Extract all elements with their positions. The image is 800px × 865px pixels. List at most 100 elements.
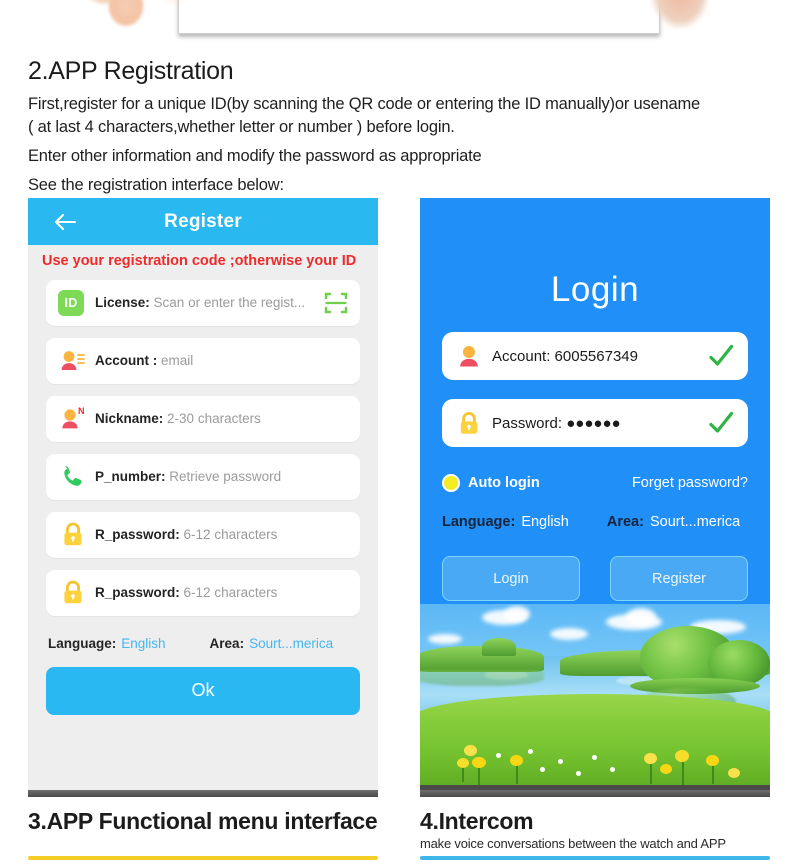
id-badge-label: ID (58, 289, 84, 316)
blue-rule (420, 856, 770, 860)
white-flower (496, 753, 501, 758)
license-field-row[interactable]: ID License: Scan or enter the regist... (46, 279, 360, 326)
account-field-row[interactable]: Account : email (46, 337, 360, 384)
white-flower (558, 759, 563, 764)
paragraph-line-2: ( at last 4 characters,whether letter or… (28, 118, 455, 137)
flower-stem (516, 764, 518, 784)
yellow-flower (472, 757, 486, 768)
phone-icon (58, 462, 88, 492)
paragraph-line-1: First,register for a unique ID(by scanni… (28, 94, 700, 113)
paragraph-line-3: Enter other information and modify the p… (28, 147, 482, 166)
radio-selected-icon[interactable] (442, 474, 460, 492)
yellow-flower (675, 750, 689, 762)
yellow-rule (28, 856, 378, 860)
password-field-row-2[interactable]: R_password: 6-12 characters (46, 569, 360, 616)
cloud (428, 634, 462, 644)
yellow-flower (464, 745, 477, 756)
auto-login-toggle[interactable]: Auto login (442, 474, 540, 492)
white-flower (528, 749, 533, 754)
lock-icon (456, 409, 482, 437)
phone-number-label: P_number: (95, 469, 166, 485)
left-tree-cluster (482, 638, 516, 656)
login-button[interactable]: Login (442, 556, 580, 601)
register-language-value[interactable]: English (121, 636, 165, 651)
yellow-flower (728, 768, 740, 778)
section-4-heading: 4.Intercom (420, 808, 534, 834)
yellow-flower (660, 764, 672, 774)
license-value: Scan or enter the regist... (153, 295, 306, 311)
register-warning-text: Use your registration code ;otherwise yo… (42, 253, 357, 269)
login-screen: Login Account: 6005567349 Password: ●●●●… (420, 198, 770, 794)
login-language-value[interactable]: English (521, 514, 569, 530)
grass-field (420, 694, 770, 790)
cloud (504, 606, 530, 622)
section-3-heading: 3.APP Functional menu interface (28, 808, 378, 834)
login-area-value[interactable]: Sourt...merica (650, 514, 740, 530)
green-check-icon (708, 411, 734, 435)
login-password-text: Password: ●●●●●● (492, 415, 621, 432)
svg-text:N: N (78, 406, 85, 416)
register-language-label: Language: (48, 635, 117, 651)
register-header-bar: Register (28, 198, 378, 245)
section-4-subtitle: make voice conversations between the wat… (420, 836, 726, 852)
login-title: Login (550, 270, 640, 309)
login-password-value: ●●●●●● (566, 414, 621, 432)
white-flower (576, 771, 581, 776)
flower-stem (650, 762, 652, 784)
cloud (550, 628, 588, 640)
login-account-label: Account: (492, 347, 551, 365)
register-area-label: Area: (209, 635, 245, 651)
nickname-field-text: Nickname: 2-30 characters (95, 411, 261, 426)
white-flower (540, 767, 545, 772)
password-label-2: R_password: (95, 585, 180, 601)
cloud (626, 608, 656, 626)
account-field-text: Account : email (95, 353, 193, 368)
user-account-icon (456, 342, 482, 370)
paragraph-line-4: See the registration interface below: (28, 176, 284, 195)
login-account-text: Account: 6005567349 (492, 348, 638, 365)
login-action-buttons: Login Register (420, 530, 770, 601)
back-arrow-icon[interactable] (52, 211, 78, 233)
bottom-right-block: 4.Intercom make voice conversations betw… (420, 808, 790, 851)
login-account-field-row[interactable]: Account: 6005567349 (442, 332, 748, 380)
login-account-value: 6005567349 (554, 347, 638, 365)
nickname-field-row[interactable]: N Nickname: 2-30 characters (46, 395, 360, 442)
password-field-text-2: R_password: 6-12 characters (95, 585, 277, 600)
white-flower (592, 755, 597, 760)
nickname-user-icon: N (58, 404, 88, 434)
screenshot-panels: Register Use your registration code ;oth… (0, 198, 800, 803)
register-area-value[interactable]: Sourt...merica (249, 636, 333, 651)
account-value: email (161, 353, 194, 369)
bottom-left-block: 3.APP Functional menu interface (28, 808, 388, 834)
forget-password-link[interactable]: Forget password? (632, 475, 748, 491)
page-title: 2.APP Registration (28, 57, 234, 85)
top-person-photo (78, 0, 200, 42)
qr-scan-icon[interactable] (324, 291, 348, 315)
yellow-flower (706, 755, 719, 766)
register-screen: Register Use your registration code ;oth… (28, 198, 378, 794)
phone-number-field-text: P_number: Retrieve password (95, 469, 281, 484)
green-check-icon (708, 344, 734, 368)
license-label: License: (95, 295, 150, 311)
treeline-reflection (420, 670, 544, 686)
auto-login-label: Auto login (468, 475, 540, 491)
yellow-flower (457, 758, 469, 768)
register-panel-shadow (28, 790, 378, 797)
register-button[interactable]: Register (610, 556, 748, 601)
password-field-row-1[interactable]: R_password: 6-12 characters (46, 511, 360, 558)
yellow-flower (510, 755, 523, 766)
top-person-photo-right (640, 0, 730, 40)
login-password-field-row[interactable]: Password: ●●●●●● (442, 399, 748, 447)
ok-button[interactable]: Ok (46, 666, 360, 715)
white-flower (610, 767, 615, 772)
flower-stem (712, 764, 714, 784)
password-value-2: 6-12 characters (183, 585, 278, 601)
phone-number-field-row[interactable]: P_number: Retrieve password (46, 453, 360, 500)
register-meta-row: Language: English Area: Sourt...merica (28, 628, 378, 651)
login-area-label: Area: (606, 514, 644, 530)
register-title: Register (164, 210, 242, 232)
id-badge-icon: ID (58, 288, 88, 318)
top-partial-image (0, 0, 800, 48)
phone-number-value: Retrieve password (169, 469, 282, 485)
login-form-fields: Account: 6005567349 Password: ●●●●●● (420, 310, 770, 447)
